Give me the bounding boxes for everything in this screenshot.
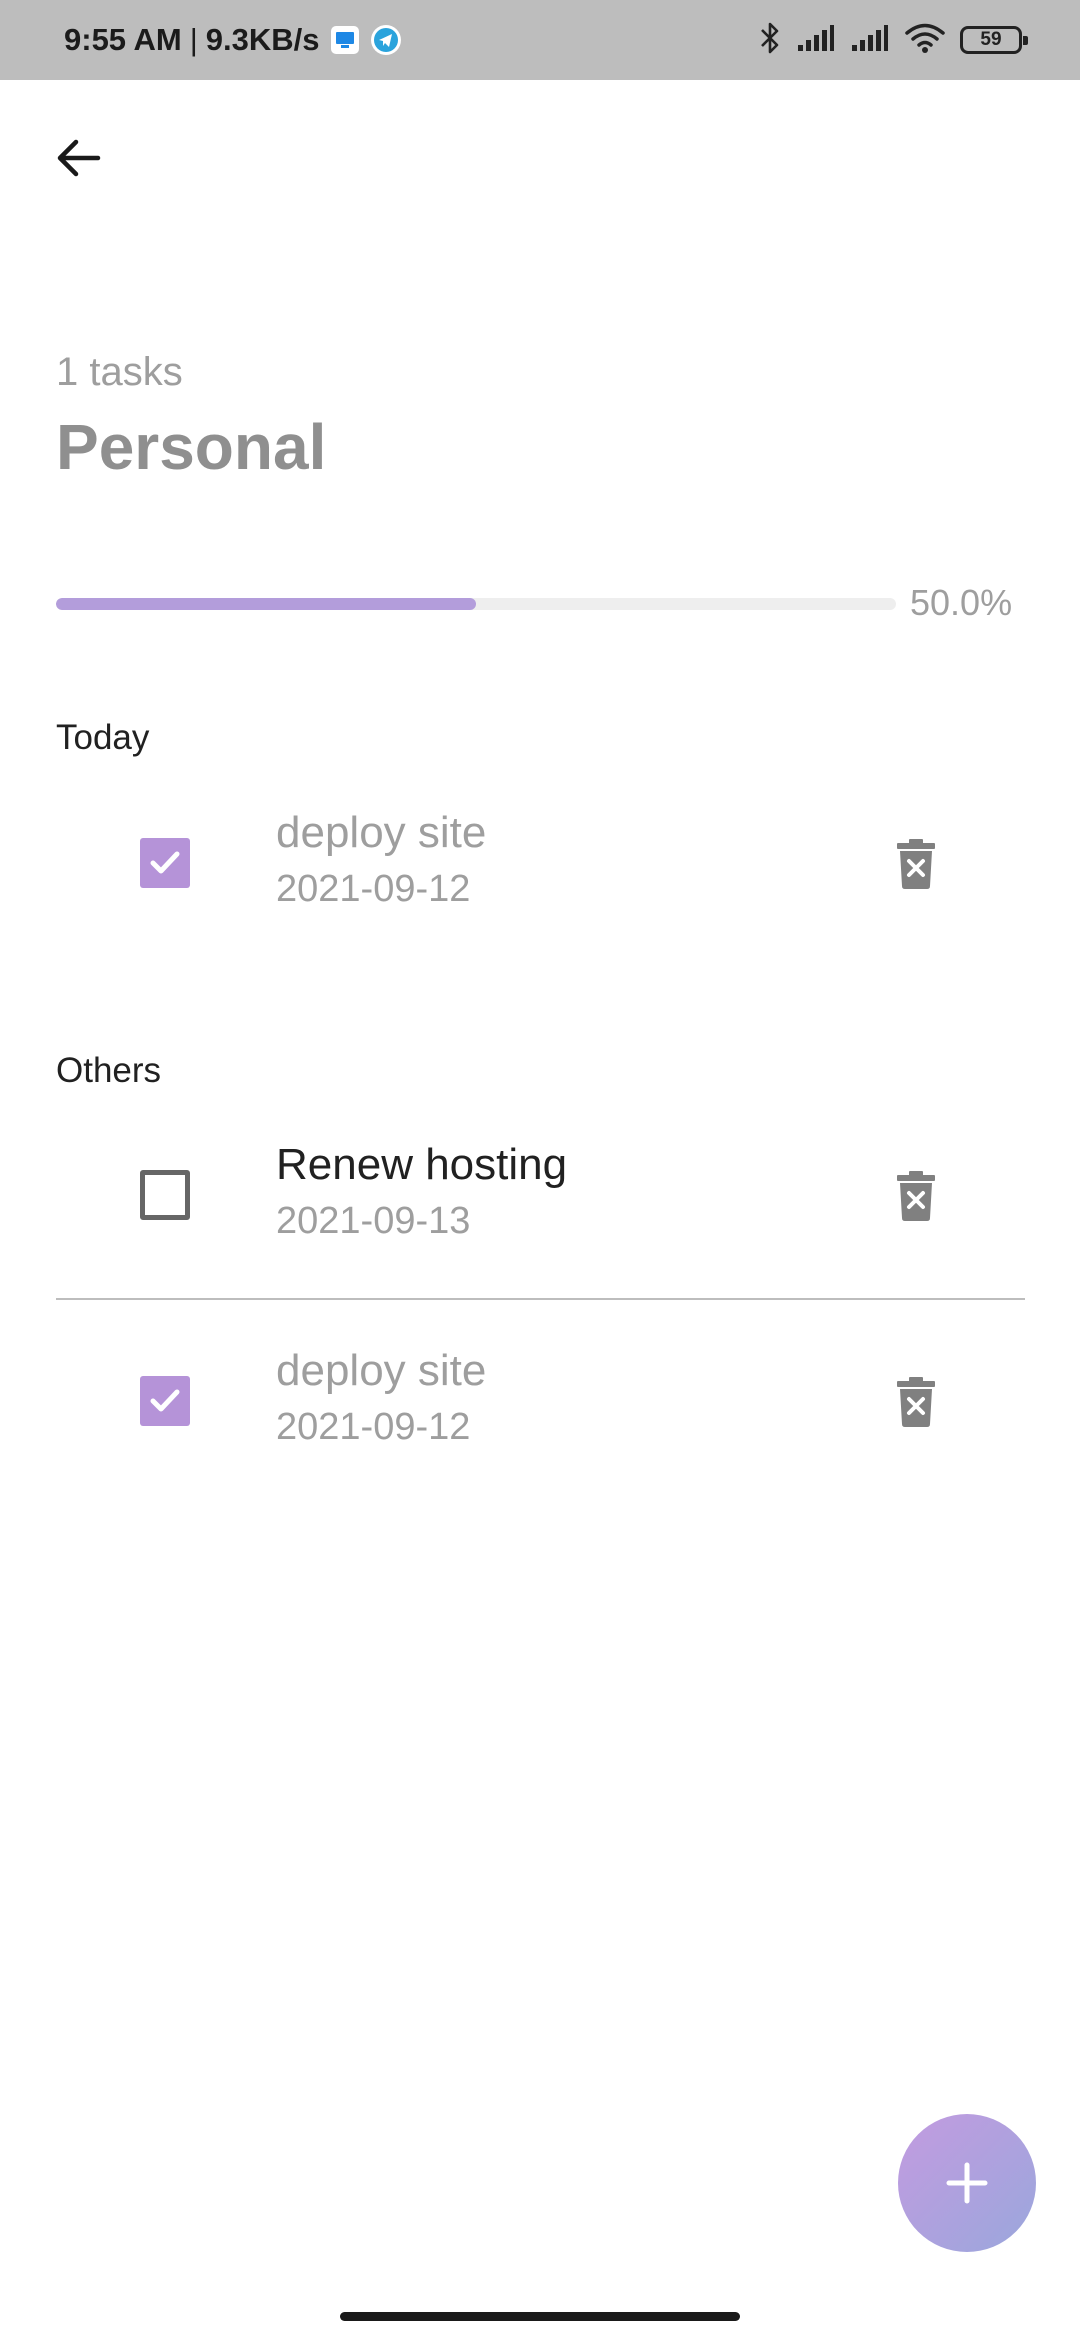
task-title: deploy site [276, 808, 487, 857]
signal-icon [796, 23, 836, 58]
task-checkbox[interactable] [140, 1376, 190, 1426]
task-date: 2021-09-12 [276, 1406, 471, 1448]
bluetooth-icon [758, 21, 782, 60]
task-title: deploy site [276, 1346, 487, 1395]
delete-forever-icon [897, 1377, 935, 1427]
task-date: 2021-09-13 [276, 1200, 471, 1242]
delete-task-button[interactable] [888, 834, 944, 894]
task-title: Renew hosting [276, 1140, 568, 1189]
progress-percentage: 50.0% [910, 582, 1013, 623]
task-checkbox[interactable] [140, 1170, 190, 1220]
status-bar-right: 59 [758, 0, 1028, 80]
status-bar: 9:55 AM | 9.3KB/s 59 [0, 0, 1080, 80]
section-label-today: Today [56, 718, 150, 757]
status-time: 9:55 AM [64, 22, 182, 57]
divider [56, 1298, 1025, 1300]
task-date: 2021-09-12 [276, 868, 471, 910]
battery-level: 59 [980, 29, 1002, 50]
task-checkbox[interactable] [140, 838, 190, 888]
section-label-others: Others [56, 1051, 162, 1090]
arrow-left-icon [57, 139, 101, 177]
delete-forever-icon [897, 1171, 935, 1221]
delete-task-button[interactable] [888, 1372, 944, 1432]
signal-icon [850, 23, 890, 58]
page-title: Personal [56, 411, 327, 483]
task-count: 1 tasks [56, 350, 183, 394]
delete-forever-icon [897, 839, 935, 889]
task-row: Renew hosting 2021-09-13 [0, 1128, 1080, 1268]
status-bar-left: 9:55 AM | 9.3KB/s [64, 0, 402, 80]
task-row: deploy site 2021-09-12 [0, 796, 1080, 936]
delete-task-button[interactable] [888, 1166, 944, 1226]
back-button[interactable] [46, 126, 110, 190]
check-icon [150, 851, 180, 874]
telegram-icon [370, 24, 402, 56]
app-notification-icon [330, 25, 360, 55]
status-separator: | [189, 22, 198, 57]
add-task-button[interactable] [898, 2114, 1036, 2252]
progress-bar [56, 598, 896, 610]
wifi-icon [904, 22, 946, 59]
status-network-speed: 9.3KB/s [205, 22, 320, 57]
battery-icon: 59 [960, 26, 1028, 54]
task-row: deploy site 2021-09-12 [0, 1334, 1080, 1474]
check-icon [150, 1389, 180, 1412]
progress-bar-fill [56, 598, 476, 610]
plus-icon [946, 2162, 988, 2204]
home-indicator[interactable] [340, 2312, 740, 2321]
